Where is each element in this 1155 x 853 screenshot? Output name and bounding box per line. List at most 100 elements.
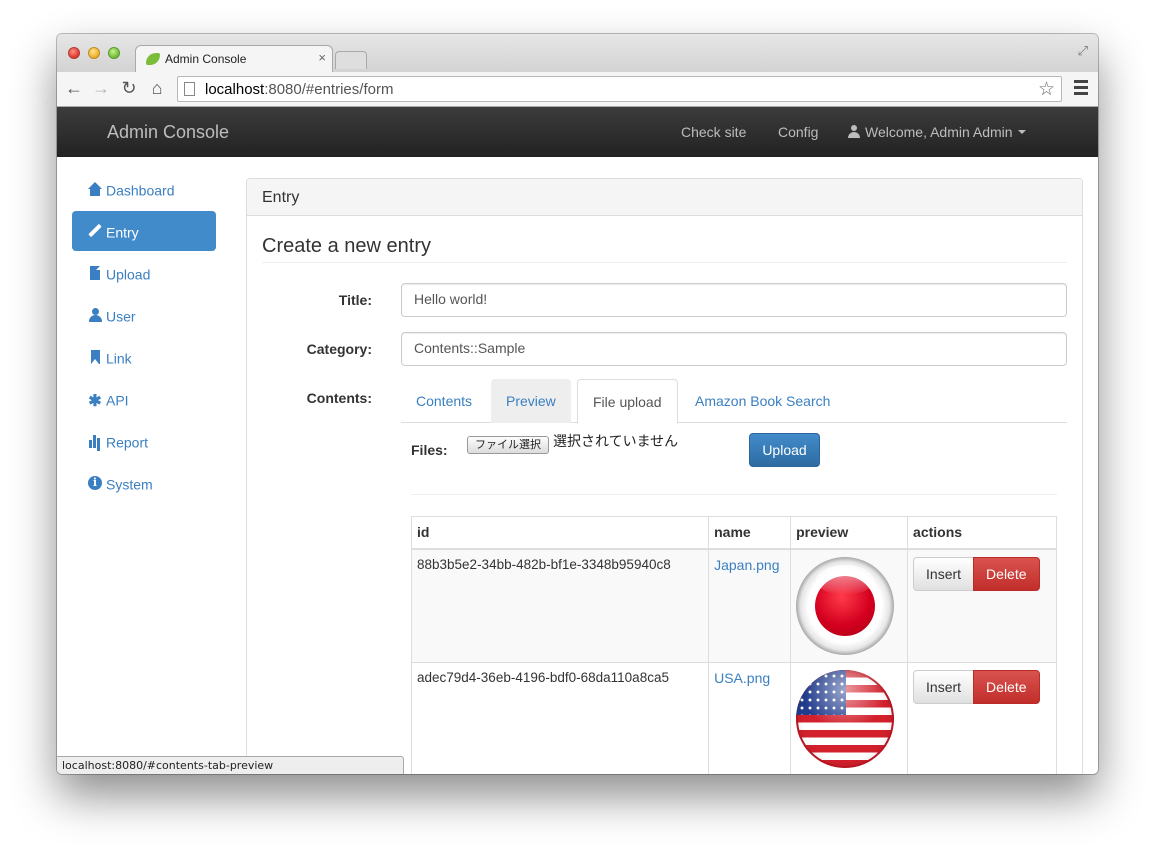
address-url[interactable]: localhost:8080/#entries/form [205, 81, 393, 98]
file-id: 88b3b5e2-34bb-482b-bf1e-3348b95940c8 [410, 548, 710, 663]
tab-amazon-book-search[interactable]: Amazon Book Search [680, 379, 845, 423]
panel-heading: Entry [247, 179, 1082, 216]
column-header-id: id [410, 516, 710, 550]
sidebar-item-label: System [106, 476, 153, 493]
sidebar-item-upload[interactable]: Upload [72, 253, 216, 293]
page-viewport: Admin Console Check site Config Welcome,… [57, 107, 1098, 774]
usa-flag-image [796, 669, 895, 768]
action-buttons: Insert Delete [913, 556, 1040, 591]
home-icon[interactable]: ⌂ [146, 77, 168, 99]
sidebar-item-label: Link [106, 350, 132, 367]
browser-menu-icon[interactable] [1074, 80, 1088, 98]
file-name-cell: Japan.png [708, 548, 792, 663]
table-row: 88b3b5e2-34bb-482b-bf1e-3348b95940c8 Jap… [410, 548, 1057, 663]
sidebar-item-link[interactable]: Link [72, 337, 216, 377]
category-label: Category: [306, 341, 372, 357]
info-icon [88, 476, 102, 490]
japan-flag-image [796, 556, 895, 655]
file-name-link[interactable]: USA.png [714, 670, 770, 686]
minimize-window-button[interactable] [88, 47, 100, 59]
files-label: Files: [411, 442, 448, 458]
action-buttons: Insert Delete [913, 669, 1040, 704]
browser-tab-title: Admin Console [165, 52, 247, 66]
sidebar-item-report[interactable]: Report [72, 421, 216, 461]
bookmark-star-icon[interactable]: ☆ [1038, 78, 1055, 101]
page-title: Create a new entry [262, 235, 1067, 263]
pencil-icon [88, 224, 102, 238]
top-navbar: Admin Console Check site Config Welcome,… [57, 107, 1098, 157]
sidebar-item-entry[interactable]: Entry [72, 211, 216, 251]
user-icon [88, 308, 102, 322]
entry-panel: Entry Create a new entry Title: Hello wo… [246, 178, 1083, 774]
tab-file-upload[interactable]: File upload [577, 379, 678, 424]
browser-tab[interactable]: Admin Console × [135, 45, 333, 73]
zoom-window-button[interactable] [108, 47, 120, 59]
sidebar-item-system[interactable]: System [72, 463, 216, 503]
sidebar: Dashboard Entry Upload User Link ✱ API Re… [72, 169, 216, 505]
preview-cell [790, 548, 909, 663]
files-table: id name preview actions 88b3b5e2-34bb-48… [410, 516, 1057, 774]
preview-cell [790, 661, 909, 774]
column-header-preview: preview [790, 516, 909, 550]
close-window-button[interactable] [68, 47, 80, 59]
sidebar-item-user[interactable]: User [72, 295, 216, 335]
nav-config[interactable]: Config [778, 124, 818, 140]
asterisk-icon: ✱ [88, 393, 102, 410]
browser-tabstrip: Admin Console × ⤢ [57, 34, 1098, 73]
category-input[interactable]: Contents::Sample [401, 332, 1067, 366]
no-file-selected-text: 選択されていません [553, 433, 679, 449]
contents-label: Contents: [306, 390, 372, 406]
page-icon [184, 82, 195, 96]
title-label: Title: [338, 292, 372, 308]
file-icon [88, 266, 102, 280]
file-id: adec79d4-36eb-4196-bdf0-68da110a8ca5 [410, 661, 710, 774]
table-header-row: id name preview actions [410, 516, 1057, 550]
actions-cell: Insert Delete [907, 661, 1057, 774]
sidebar-item-label: Dashboard [106, 182, 175, 199]
sidebar-item-label: Entry [106, 224, 139, 241]
stats-icon [88, 434, 102, 448]
sidebar-item-label: Upload [106, 266, 151, 283]
new-tab-button[interactable] [335, 51, 367, 69]
column-header-actions: actions [907, 516, 1057, 550]
sidebar-item-label: Report [106, 434, 149, 451]
fullscreen-icon[interactable]: ⤢ [1078, 43, 1088, 59]
tab-preview[interactable]: Preview [491, 379, 571, 423]
browser-window: Admin Console × ⤢ ← → ↻ ⌂ localhost:8080… [57, 34, 1098, 774]
forward-arrow-icon[interactable]: → [90, 77, 112, 99]
tab-contents[interactable]: Contents [401, 379, 487, 423]
insert-button[interactable]: Insert [913, 669, 975, 704]
insert-button[interactable]: Insert [913, 556, 975, 591]
home-icon [88, 182, 102, 196]
status-bar-url: localhost:8080/#contents-tab-preview [57, 756, 404, 774]
sidebar-item-label: API [106, 392, 129, 409]
user-icon [848, 125, 860, 138]
address-bar[interactable]: localhost:8080/#entries/form ☆ [177, 76, 1062, 102]
leaf-favicon-icon [146, 53, 160, 65]
delete-button[interactable]: Delete [973, 556, 1040, 591]
delete-button[interactable]: Delete [973, 669, 1040, 704]
brand[interactable]: Admin Console [107, 122, 229, 143]
choose-file-button[interactable]: ファイル選択 [467, 436, 549, 454]
file-name-cell: USA.png [708, 661, 792, 774]
reload-icon[interactable]: ↻ [118, 77, 140, 99]
nav-check-site[interactable]: Check site [681, 124, 746, 140]
actions-cell: Insert Delete [907, 548, 1057, 663]
browser-toolbar: ← → ↻ ⌂ localhost:8080/#entries/form ☆ [57, 72, 1098, 107]
close-tab-icon[interactable]: × [318, 50, 326, 65]
caret-down-icon [1017, 130, 1026, 134]
sidebar-item-label: User [106, 308, 136, 325]
file-name-link[interactable]: Japan.png [714, 557, 779, 573]
sidebar-item-api[interactable]: ✱ API [72, 379, 216, 419]
table-row: adec79d4-36eb-4196-bdf0-68da110a8ca5 USA… [410, 661, 1057, 774]
title-input[interactable]: Hello world! [401, 283, 1067, 317]
upload-button[interactable]: Upload [749, 433, 820, 467]
divider [411, 494, 1057, 495]
back-arrow-icon[interactable]: ← [63, 77, 85, 99]
user-menu[interactable]: Welcome, Admin Admin [848, 124, 1026, 140]
column-header-name: name [708, 516, 792, 550]
sidebar-item-dashboard[interactable]: Dashboard [72, 169, 216, 209]
bookmark-icon [88, 350, 102, 364]
user-menu-label: Welcome, Admin Admin [865, 124, 1013, 140]
contents-tabs: Contents Preview File upload Amazon Book… [401, 379, 1067, 424]
